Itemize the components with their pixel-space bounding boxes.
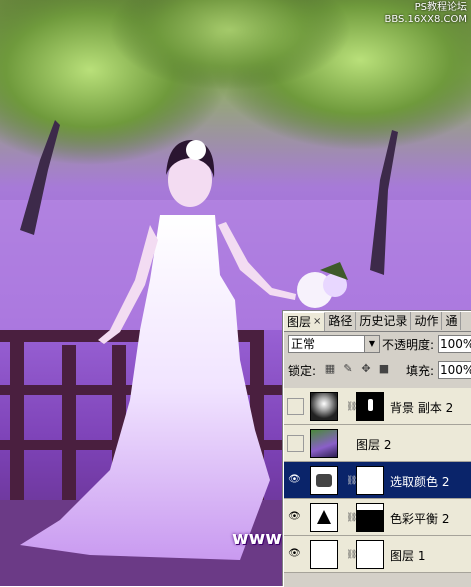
- tab-paths[interactable]: 路径: [325, 312, 357, 330]
- layer-mask-thumbnail[interactable]: [356, 503, 384, 532]
- blend-row: 正常 ▼ 不透明度: 100%: [288, 335, 471, 353]
- lock-row: 锁定: ▦ ✎ ✥ ■ 填充: 100%: [288, 361, 471, 379]
- layer-row[interactable]: 👁 ⛓ 选取颜色 2: [284, 462, 471, 499]
- eye-icon[interactable]: 👁: [287, 509, 302, 524]
- dropdown-arrow-icon[interactable]: ▼: [364, 336, 379, 352]
- lock-move-icon[interactable]: ✥: [360, 363, 372, 375]
- eye-icon[interactable]: 👁: [287, 546, 302, 561]
- visibility-toggle[interactable]: [287, 435, 304, 452]
- layer-mask-thumbnail[interactable]: [356, 392, 384, 421]
- layer-name: 选取颜色 2: [390, 475, 450, 489]
- adjustment-thumbnail: [310, 503, 338, 532]
- layer-mask-thumbnail[interactable]: [356, 540, 384, 569]
- fill-input[interactable]: 100%: [438, 361, 471, 379]
- layers-list: ⛓ 背景 副本 2 图层 2 👁 ⛓ 选取颜色 2 👁 ⛓ 色彩平衡 2 👁 ⛓…: [284, 388, 471, 573]
- layer-row[interactable]: 图层 2: [284, 425, 471, 462]
- tab-layers-label: 图层: [287, 315, 312, 329]
- tab-actions-label: 动作: [414, 314, 439, 328]
- tab-paths-label: 路径: [328, 314, 353, 328]
- panel-tabs: 图层 × 路径 历史记录 动作 通: [284, 312, 471, 332]
- layer-name: 背景 副本 2: [390, 401, 454, 415]
- fill-label: 填充:: [406, 364, 435, 378]
- opacity-label: 不透明度:: [382, 338, 435, 352]
- layer-name: 色彩平衡 2: [390, 512, 450, 526]
- tab-history[interactable]: 历史记录: [356, 312, 412, 330]
- eye-icon[interactable]: 👁: [287, 472, 302, 487]
- layer-name: 图层 2: [356, 438, 392, 452]
- layer-mask-thumbnail[interactable]: [356, 466, 384, 495]
- layer-row[interactable]: 👁 ⛓ 色彩平衡 2: [284, 499, 471, 536]
- tab-actions[interactable]: 动作: [411, 312, 443, 330]
- lock-transparency-icon[interactable]: ▦: [324, 363, 336, 375]
- watermark-top: PS教程论坛 BBS.16XX8.COM: [384, 2, 467, 26]
- blend-mode-select[interactable]: 正常 ▼: [288, 335, 380, 353]
- lock-all-icon[interactable]: ■: [378, 363, 390, 375]
- tab-channels-label: 通: [445, 314, 458, 328]
- layer-row[interactable]: 👁 ⛓ 图层 1: [284, 536, 471, 573]
- opacity-input[interactable]: 100%: [438, 335, 471, 353]
- lock-label: 锁定:: [288, 364, 317, 378]
- tab-history-label: 历史记录: [359, 314, 408, 328]
- blend-mode-value: 正常: [291, 337, 316, 351]
- layer-row[interactable]: ⛓ 背景 副本 2: [284, 388, 471, 425]
- layers-panel: 图层 × 路径 历史记录 动作 通 正常 ▼ 不透明度: 100% 锁定: ▦ …: [283, 311, 471, 587]
- layer-name: 图层 1: [390, 549, 426, 563]
- visibility-toggle[interactable]: [287, 398, 304, 415]
- layer-thumbnail: [310, 429, 338, 458]
- watermark-top-line-2: BBS.16XX8.COM: [384, 14, 467, 25]
- lock-brush-icon[interactable]: ✎: [342, 363, 354, 375]
- watermark-top-line-1: PS教程论坛: [414, 2, 467, 13]
- adjustment-thumbnail: [310, 466, 338, 495]
- adjustment-thumbnail: [310, 540, 338, 569]
- close-icon[interactable]: ×: [313, 313, 321, 331]
- layer-thumbnail: [310, 392, 338, 421]
- tab-channels[interactable]: 通: [442, 312, 462, 330]
- tab-layers[interactable]: 图层 ×: [284, 312, 326, 331]
